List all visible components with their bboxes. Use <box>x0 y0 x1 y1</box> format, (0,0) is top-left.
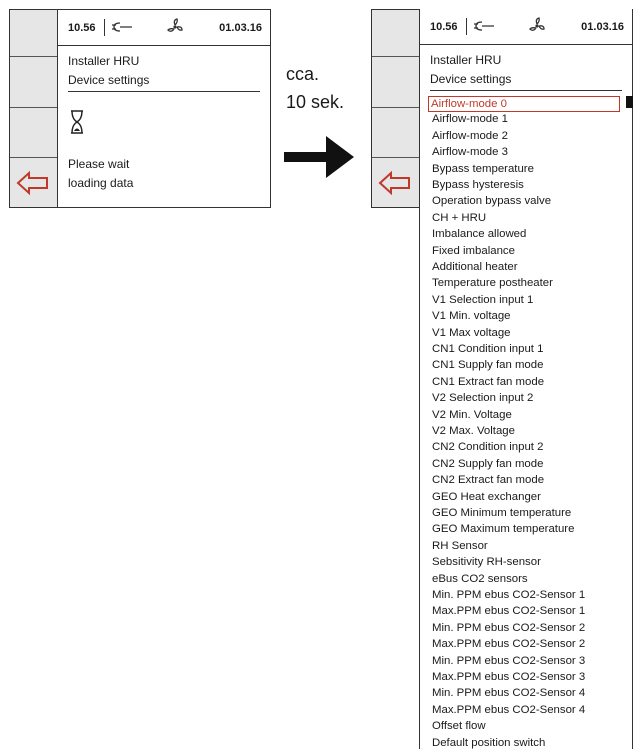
menu-item[interactable]: Additional heater <box>432 260 518 274</box>
menu-item[interactable]: Airflow-mode 3 <box>432 145 508 159</box>
menu-item[interactable]: V2 Selection input 2 <box>432 391 533 405</box>
plug-icon <box>112 22 132 32</box>
menu-item[interactable]: Max.PPM ebus CO2-Sensor 1 <box>432 604 585 618</box>
menu-item[interactable]: GEO Minimum temperature <box>432 506 571 520</box>
transition-label-line1: cca. <box>286 64 320 84</box>
side-button-2[interactable] <box>10 57 57 108</box>
back-button[interactable] <box>10 158 57 208</box>
menu-item[interactable]: Max.PPM ebus CO2-Sensor 3 <box>432 670 585 684</box>
menu-item[interactable]: CN2 Extract fan mode <box>432 473 544 487</box>
lcd-screen: 10.56 01.03.16 Installer HRU Device sett… <box>58 10 270 207</box>
menu-item[interactable]: CN1 Extract fan mode <box>432 375 544 389</box>
side-button-1[interactable] <box>10 10 57 57</box>
menu-item[interactable]: Imbalance allowed <box>432 227 526 241</box>
plug-icon <box>474 21 494 31</box>
hourglass-icon <box>71 110 83 134</box>
back-arrow-icon <box>16 170 48 196</box>
right-arrow-icon <box>284 136 354 178</box>
transition-label-line2: 10 sek. <box>286 92 345 112</box>
menu-item[interactable]: eBus CO2 sensors <box>432 572 528 586</box>
status-divider <box>104 19 105 36</box>
menu-item[interactable]: Min. PPM ebus CO2-Sensor 4 <box>432 686 585 700</box>
menu-item[interactable]: Min. PPM ebus CO2-Sensor 2 <box>432 621 585 635</box>
menu-item[interactable]: CN2 Supply fan mode <box>432 457 543 471</box>
fan-icon <box>529 17 545 31</box>
scroll-indicator[interactable] <box>626 96 633 108</box>
menu-item[interactable]: Min. PPM ebus CO2-Sensor 1 <box>432 588 585 602</box>
menu-item[interactable]: Temperature postheater <box>432 276 553 290</box>
status-time: 10.56 <box>430 21 458 33</box>
menu-item[interactable]: Max.PPM ebus CO2-Sensor 4 <box>432 703 585 717</box>
title-divider <box>430 90 622 91</box>
menu-item[interactable]: Airflow-mode 2 <box>432 129 508 143</box>
menu-item[interactable]: Offset flow <box>432 719 486 733</box>
side-button-1[interactable] <box>372 10 419 57</box>
menu-item[interactable]: Operation bypass valve <box>432 194 551 208</box>
menu-item[interactable]: V2 Max. Voltage <box>432 424 515 438</box>
status-date: 01.03.16 <box>581 21 624 33</box>
fan-icon <box>167 18 183 32</box>
menu-item[interactable]: Max.PPM ebus CO2-Sensor 2 <box>432 637 585 651</box>
menu-item[interactable]: V2 Min. Voltage <box>432 408 512 422</box>
menu-item[interactable]: GEO Heat exchanger <box>432 490 541 504</box>
menu-item[interactable]: CN2 Condition input 2 <box>432 440 543 454</box>
side-button-2[interactable] <box>372 57 419 108</box>
menu-item[interactable]: RH Sensor <box>432 539 488 553</box>
menu-item[interactable]: GEO Maximum temperature <box>432 522 574 536</box>
menu-item[interactable]: Bypass temperature <box>432 162 534 176</box>
screen-title: Installer HRU <box>430 53 502 67</box>
menu-item[interactable]: V1 Min. voltage <box>432 309 511 323</box>
loading-message-line2: loading data <box>68 176 134 190</box>
screen-subtitle: Device settings <box>430 72 512 86</box>
title-divider <box>68 91 260 92</box>
menu-item[interactable]: V1 Selection input 1 <box>432 293 533 307</box>
back-arrow-icon <box>378 170 410 196</box>
screen-title: Installer HRU <box>68 54 140 68</box>
menu-item[interactable]: Bypass hysteresis <box>432 178 524 192</box>
menu-item[interactable]: Fixed imbalance <box>432 244 515 258</box>
status-date: 01.03.16 <box>219 22 262 34</box>
menu-item[interactable]: Airflow-mode 1 <box>432 112 508 126</box>
menu-item[interactable]: CN1 Supply fan mode <box>432 358 543 372</box>
menu-item[interactable]: CN1 Condition input 1 <box>432 342 543 356</box>
menu-item[interactable]: V1 Max voltage <box>432 326 511 340</box>
device-panel-loading: 10.56 01.03.16 Installer HRU Device sett… <box>9 9 271 208</box>
status-divider <box>466 18 467 35</box>
screen-subtitle: Device settings <box>68 73 150 87</box>
menu-item[interactable]: Airflow-mode 0 <box>428 96 620 112</box>
side-button-column <box>372 10 420 207</box>
menu-item[interactable]: Sebsitivity RH-sensor <box>432 555 541 569</box>
loading-message-line1: Please wait <box>68 157 130 171</box>
side-button-column <box>10 10 58 207</box>
status-bar: 10.56 01.03.16 <box>58 10 270 46</box>
status-time: 10.56 <box>68 22 96 34</box>
side-button-3[interactable] <box>372 108 419 158</box>
menu-item[interactable]: Min. PPM ebus CO2-Sensor 3 <box>432 654 585 668</box>
back-button[interactable] <box>372 158 419 208</box>
side-button-3[interactable] <box>10 108 57 158</box>
lcd-screen-menu: 10.56 01.03.16 Installer HRU Device sett… <box>419 9 633 749</box>
status-bar: 10.56 01.03.16 <box>420 9 632 45</box>
menu-item[interactable]: Default position switch <box>432 736 545 750</box>
menu-item[interactable]: CH + HRU <box>432 211 486 225</box>
